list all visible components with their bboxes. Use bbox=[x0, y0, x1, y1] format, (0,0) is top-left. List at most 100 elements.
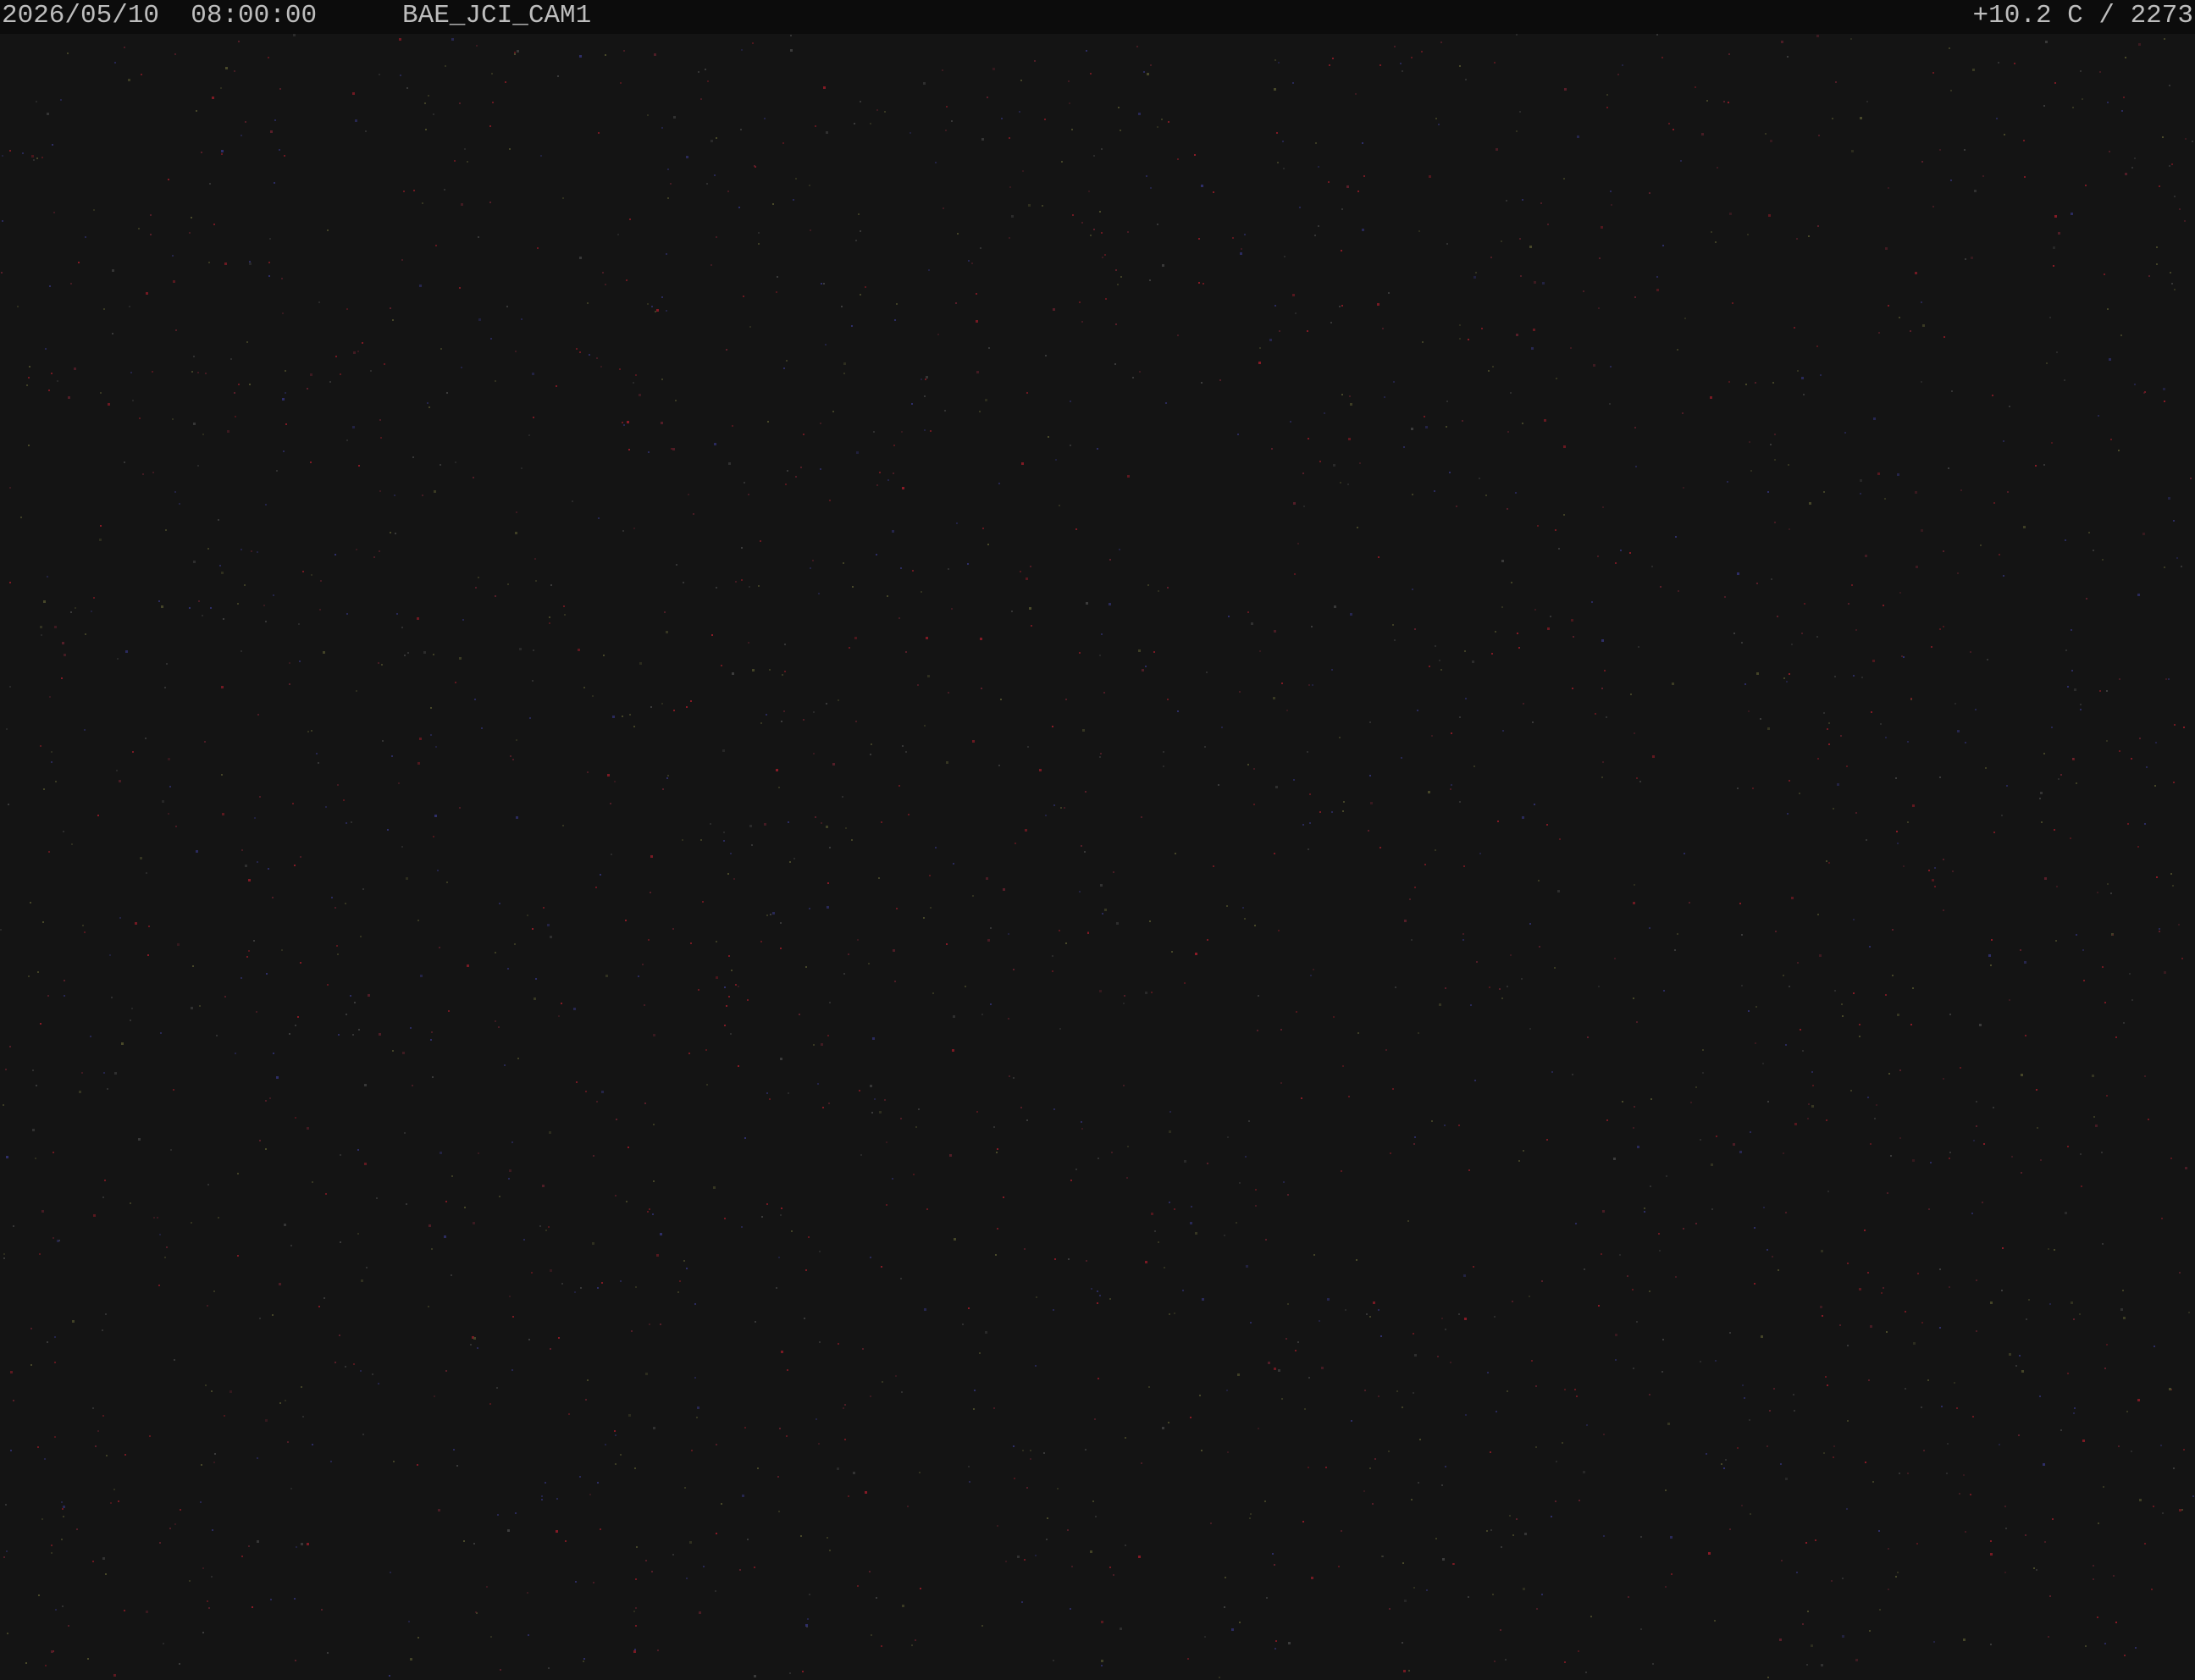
noise-pixel bbox=[1897, 843, 1899, 844]
noise-pixel bbox=[871, 743, 872, 745]
noise-pixel bbox=[886, 1141, 887, 1143]
noise-pixel bbox=[1392, 624, 1394, 626]
noise-pixel bbox=[924, 725, 926, 727]
noise-pixel bbox=[1099, 756, 1101, 758]
noise-pixel bbox=[1141, 1462, 1142, 1464]
noise-pixel bbox=[605, 54, 606, 56]
noise-pixel bbox=[1817, 225, 1819, 227]
noise-pixel bbox=[26, 384, 28, 386]
noise-pixel bbox=[1099, 655, 1101, 656]
noise-pixel bbox=[100, 525, 102, 527]
noise-pixel bbox=[579, 1476, 581, 1478]
noise-pixel bbox=[1752, 788, 1754, 789]
noise-pixel bbox=[1264, 1500, 1266, 1502]
noise-pixel bbox=[2070, 837, 2071, 839]
noise-pixel bbox=[1878, 332, 1880, 334]
noise-pixel bbox=[2073, 1412, 2075, 1414]
noise-pixel bbox=[300, 856, 301, 858]
noise-pixel bbox=[1281, 1398, 1283, 1400]
noise-pixel bbox=[616, 1119, 617, 1120]
noise-pixel bbox=[37, 1446, 39, 1448]
noise-pixel bbox=[1351, 1420, 1352, 1422]
noise-pixel bbox=[593, 1582, 594, 1583]
noise-pixel bbox=[1357, 191, 1359, 192]
noise-pixel bbox=[0, 929, 2, 931]
noise-pixel bbox=[93, 1214, 96, 1217]
noise-pixel bbox=[189, 232, 191, 234]
noise-pixel bbox=[1806, 1664, 1808, 1666]
noise-pixel bbox=[423, 651, 426, 654]
noise-pixel bbox=[124, 1454, 126, 1456]
noise-pixel bbox=[2118, 1445, 2120, 1447]
noise-pixel bbox=[1846, 1508, 1848, 1510]
noise-pixel bbox=[1445, 1466, 1446, 1467]
noise-pixel bbox=[1821, 1250, 1823, 1252]
noise-pixel bbox=[1866, 839, 1867, 841]
noise-pixel bbox=[298, 623, 300, 625]
noise-pixel bbox=[998, 483, 1000, 484]
noise-pixel bbox=[1348, 1096, 1350, 1097]
noise-pixel bbox=[1816, 345, 1818, 347]
noise-pixel bbox=[1524, 1533, 1527, 1535]
noise-pixel bbox=[372, 1373, 373, 1375]
noise-pixel bbox=[656, 309, 659, 312]
noise-pixel bbox=[160, 1032, 162, 1034]
noise-pixel bbox=[119, 780, 121, 782]
noise-pixel bbox=[48, 390, 50, 391]
noise-pixel bbox=[956, 522, 958, 524]
noise-pixel bbox=[1334, 605, 1336, 608]
noise-pixel bbox=[1957, 730, 1960, 732]
noise-pixel bbox=[2101, 1152, 2103, 1153]
noise-pixel bbox=[1606, 1119, 1608, 1121]
noise-pixel bbox=[495, 1020, 496, 1022]
noise-pixel bbox=[1342, 810, 1344, 812]
noise-pixel bbox=[1943, 1078, 1944, 1080]
noise-pixel bbox=[1905, 1311, 1906, 1312]
noise-pixel bbox=[803, 719, 804, 721]
noise-pixel bbox=[1729, 213, 1732, 215]
noise-pixel bbox=[1971, 1213, 1973, 1214]
noise-pixel bbox=[1293, 779, 1295, 781]
noise-pixel bbox=[946, 106, 948, 108]
noise-pixel bbox=[1982, 1202, 1983, 1203]
noise-pixel bbox=[33, 159, 35, 161]
noise-pixel bbox=[425, 129, 427, 130]
noise-pixel bbox=[1972, 1416, 1974, 1418]
noise-pixel bbox=[1019, 111, 1020, 113]
noise-pixel bbox=[735, 581, 737, 583]
noise-pixel bbox=[225, 67, 228, 69]
noise-pixel bbox=[2006, 785, 2008, 787]
noise-pixel bbox=[2139, 738, 2141, 739]
noise-pixel bbox=[168, 179, 169, 180]
noise-pixel bbox=[2110, 892, 2112, 894]
noise-pixel bbox=[28, 445, 30, 446]
noise-pixel bbox=[2109, 358, 2111, 361]
noise-pixel bbox=[1123, 1085, 1125, 1086]
noise-pixel bbox=[752, 42, 754, 44]
noise-pixel bbox=[1823, 491, 1825, 493]
noise-pixel bbox=[2178, 924, 2180, 926]
noise-pixel bbox=[741, 547, 743, 549]
noise-pixel bbox=[1501, 606, 1503, 608]
noise-pixel bbox=[1883, 605, 1884, 606]
noise-pixel bbox=[1115, 323, 1117, 325]
noise-pixel bbox=[272, 1314, 274, 1316]
noise-pixel bbox=[930, 907, 932, 909]
noise-pixel bbox=[635, 1578, 637, 1580]
noise-pixel bbox=[2168, 678, 2170, 680]
noise-pixel bbox=[438, 1509, 440, 1511]
noise-pixel bbox=[1534, 804, 1535, 805]
noise-pixel bbox=[1441, 1318, 1443, 1319]
noise-pixel bbox=[1523, 1588, 1525, 1590]
noise-pixel bbox=[915, 1639, 916, 1641]
noise-pixel bbox=[1035, 1555, 1037, 1556]
noise-pixel bbox=[147, 954, 149, 956]
noise-pixel bbox=[1833, 1456, 1834, 1458]
camera-feed-frame: 2026/05/10 08:00:00 BAE_JCI_CAM1 +10.2 C… bbox=[0, 0, 2195, 1680]
noise-pixel bbox=[1959, 1493, 1960, 1495]
noise-pixel bbox=[507, 583, 509, 585]
noise-pixel bbox=[1378, 1395, 1379, 1397]
noise-pixel bbox=[84, 931, 86, 933]
noise-pixel bbox=[528, 1634, 529, 1636]
noise-pixel bbox=[1531, 1360, 1533, 1362]
